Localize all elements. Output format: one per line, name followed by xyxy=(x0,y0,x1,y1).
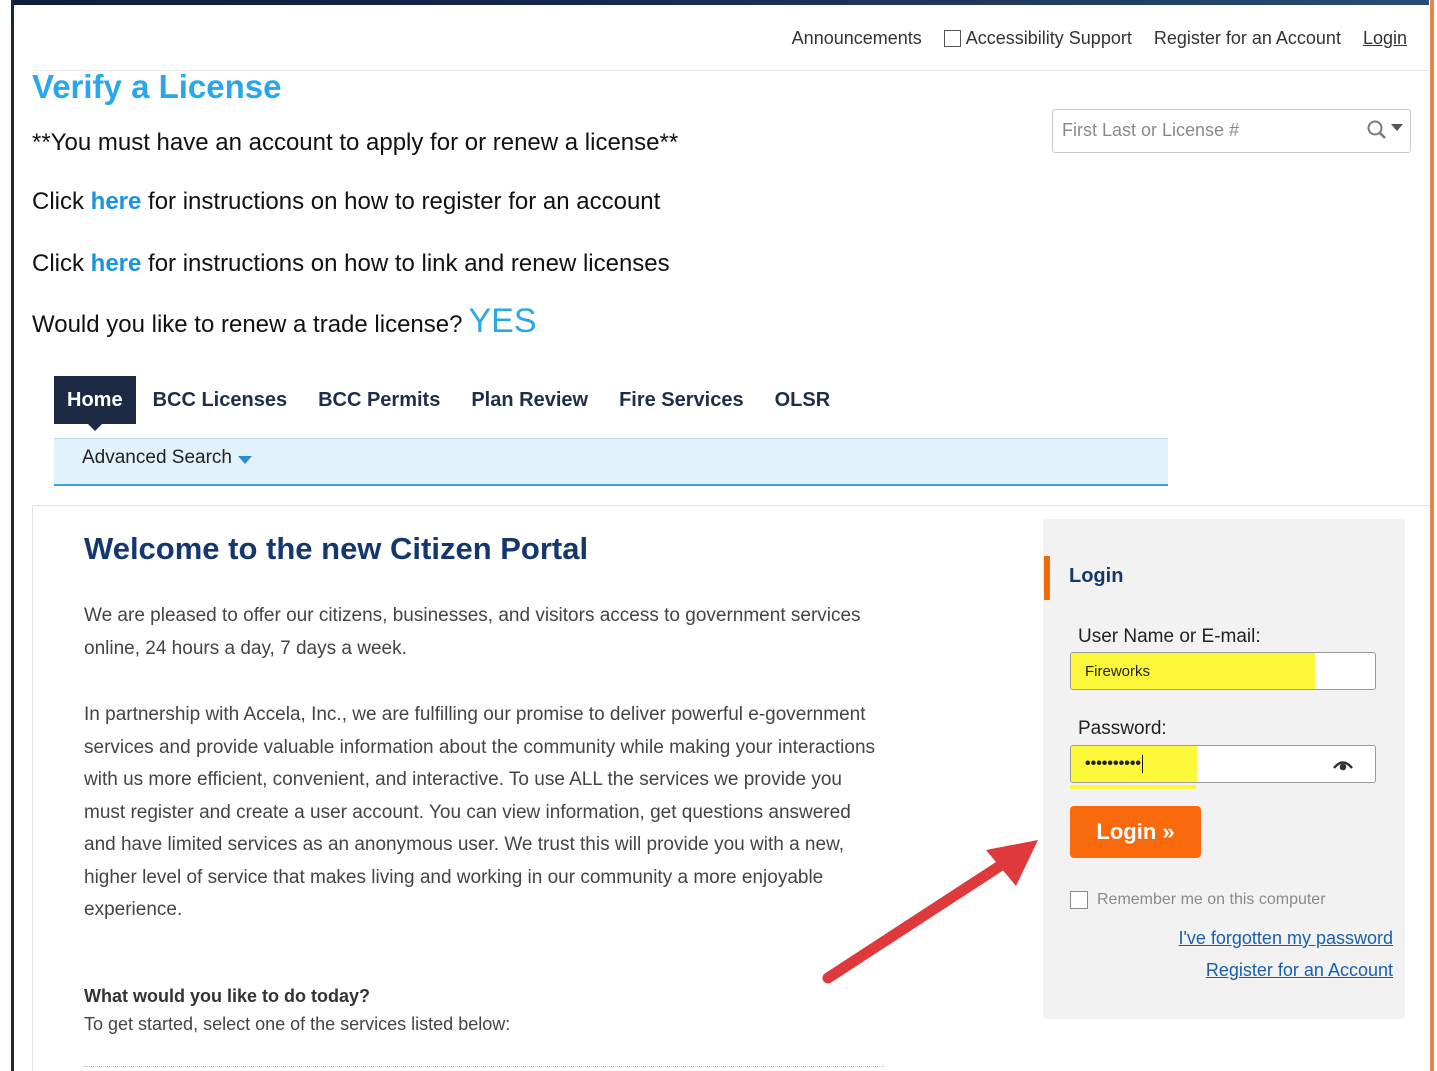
advanced-search-label: Advanced Search xyxy=(82,447,232,468)
password-field[interactable]: •••••••••• xyxy=(1070,745,1376,783)
login-heading-accent xyxy=(1044,556,1050,600)
account-notice: **You must have an account to apply for … xyxy=(32,129,679,156)
renew-trade-license-line: Would you like to renew a trade license?… xyxy=(32,302,537,341)
frame-top-border xyxy=(0,0,1437,5)
renew-instructions-prefix: Click xyxy=(32,250,91,277)
services-divider xyxy=(84,1066,884,1067)
search-dropdown-icon[interactable] xyxy=(1391,124,1403,131)
username-field[interactable] xyxy=(1070,652,1376,690)
register-account-link[interactable]: Register for an Account xyxy=(1154,28,1341,49)
password-label: Password: xyxy=(1078,718,1167,739)
renew-question: Would you like to renew a trade license? xyxy=(32,311,463,338)
tab-plan-review[interactable]: Plan Review xyxy=(454,376,602,424)
welcome-paragraph-1: We are pleased to offer our citizens, bu… xyxy=(84,605,861,659)
welcome-paragraph-2: In partnership with Accela, Inc., we are… xyxy=(84,704,876,920)
tab-home[interactable]: Home xyxy=(54,376,136,431)
search-icon[interactable] xyxy=(1366,119,1388,146)
password-mask: •••••••••• xyxy=(1085,755,1142,773)
register-instructions-line: Click here for instructions on how to re… xyxy=(32,188,660,216)
register-instructions-link[interactable]: here xyxy=(91,188,142,215)
welcome-title: Welcome to the new Citizen Portal xyxy=(84,531,589,566)
frame-right-border xyxy=(1429,0,1437,1071)
login-submit-button[interactable]: Login » xyxy=(1070,806,1201,858)
chevron-down-icon xyxy=(238,455,252,464)
accessibility-support-toggle[interactable]: Accessibility Support xyxy=(943,28,1132,49)
main-nav-tabs: Home BCC Licenses BCC Permits Plan Revie… xyxy=(54,376,845,431)
top-utility-links: Announcements Accessibility Support Regi… xyxy=(792,28,1407,49)
login-heading: Login xyxy=(1069,565,1124,587)
todo-title: What would you like to do today? xyxy=(84,986,370,1006)
sub-nav-bar: Advanced Search xyxy=(54,438,1168,486)
renew-instructions-link[interactable]: here xyxy=(91,250,142,277)
password-highlight-underline xyxy=(1070,785,1196,789)
register-instructions-suffix: for instructions on how to register for … xyxy=(141,188,661,215)
renew-instructions-suffix: for instructions on how to link and rene… xyxy=(141,250,670,277)
register-instructions-prefix: Click xyxy=(32,188,91,215)
global-search-input[interactable] xyxy=(1062,110,1362,150)
remember-me-checkbox[interactable] xyxy=(1070,891,1088,909)
tab-olsr[interactable]: OLSR xyxy=(758,376,845,424)
login-link[interactable]: Login xyxy=(1363,28,1407,49)
username-label: User Name or E-mail: xyxy=(1078,626,1261,647)
renew-yes-link[interactable]: YES xyxy=(468,302,536,340)
tab-bcc-permits[interactable]: BCC Permits xyxy=(301,376,454,424)
global-search-box[interactable] xyxy=(1052,109,1411,153)
tab-bcc-licenses[interactable]: BCC Licenses xyxy=(136,376,302,424)
frame-left-border xyxy=(0,0,14,1071)
register-account-panel-link[interactable]: Register for an Account xyxy=(1206,960,1393,981)
password-input[interactable]: •••••••••• xyxy=(1085,755,1144,773)
forgot-password-link[interactable]: I've forgotten my password xyxy=(1178,928,1393,949)
advanced-search-menu[interactable]: Advanced Search xyxy=(82,447,252,469)
announcements-link[interactable]: Announcements xyxy=(792,28,922,49)
accessibility-support-label: Accessibility Support xyxy=(965,28,1132,48)
red-arrow-annotation xyxy=(822,840,1038,984)
tab-fire-services[interactable]: Fire Services xyxy=(602,376,758,424)
renew-instructions-line: Click here for instructions on how to li… xyxy=(32,250,670,278)
accessibility-checkbox[interactable] xyxy=(943,30,961,47)
todo-subtitle: To get started, select one of the servic… xyxy=(84,1014,511,1034)
remember-me-option[interactable]: Remember me on this computer xyxy=(1070,891,1326,909)
verify-license-title: Verify a License xyxy=(32,68,282,105)
remember-me-label: Remember me on this computer xyxy=(1097,891,1326,908)
text-cursor xyxy=(1142,755,1144,773)
username-input[interactable] xyxy=(1071,653,1375,689)
show-password-icon[interactable] xyxy=(1333,758,1353,776)
